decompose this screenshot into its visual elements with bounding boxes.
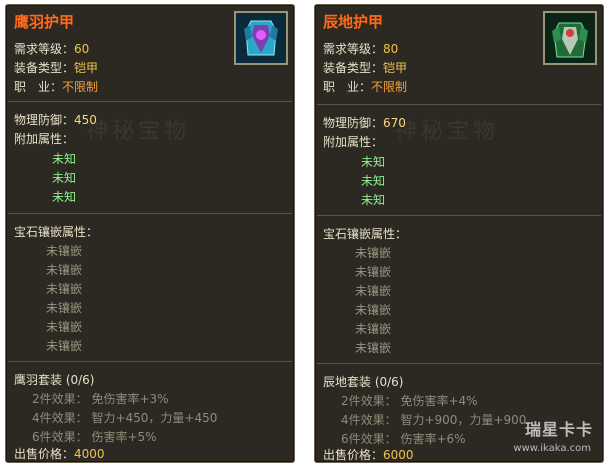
item-tooltip-left: 神秘宝物 鹰羽护甲 需求等级：60 装备类型：铠甲 职 业：不限制 物理防御：4… [5,4,295,463]
site-watermark-url: www.ikaka.com [513,443,591,454]
divider [8,361,292,362]
job-requirement: 职 业：不限制 [323,80,408,94]
physical-defense: 物理防御：450 [14,113,97,127]
gem-slot: 未镶嵌 [46,320,83,334]
gem-slot: 未镶嵌 [46,282,83,296]
background-watermark: 神秘宝物 [86,119,191,144]
physical-defense: 物理防御：670 [323,116,406,130]
divider [317,363,601,364]
job-requirement: 职 业：不限制 [14,80,99,94]
equipment-type: 装备类型：铠甲 [323,61,408,75]
divider [317,215,601,216]
set-effect: 2件效果： 免伤害率+4% [341,394,478,408]
extra-attributes-label: 附加属性： [323,135,384,149]
gem-socket-label: 宝石镶嵌属性： [14,225,99,239]
gem-slot: 未镶嵌 [46,301,83,315]
gem-socket-label: 宝石镶嵌属性： [323,227,408,241]
divider [8,101,292,102]
set-effect: 4件效果： 智力+450，力量+450 [32,411,218,425]
equipment-type: 装备类型：铠甲 [14,61,99,75]
gem-slot: 未镶嵌 [46,263,83,277]
gem-slot: 未镶嵌 [355,265,392,279]
gem-slot: 未镶嵌 [46,339,83,353]
unknown-attribute: 未知 [361,193,386,207]
green-armor-icon [543,11,597,65]
unknown-attribute: 未知 [52,171,77,185]
extra-attributes-label: 附加属性： [14,132,75,146]
required-level: 需求等级：60 [14,42,90,56]
item-title: 鹰羽护甲 [14,13,75,31]
item-title: 辰地护甲 [323,13,384,31]
gem-slot: 未镶嵌 [355,284,392,298]
item-tooltip-right: 神秘宝物 辰地护甲 需求等级：80 装备类型：铠甲 职 业：不限制 物理防御：6… [314,4,604,463]
unknown-attribute: 未知 [52,190,77,204]
unknown-attribute: 未知 [361,174,386,188]
set-effect: 6件效果： 伤害率+6% [341,432,466,446]
set-effect: 4件效果： 智力+900，力量+900 [341,413,527,427]
gem-slot: 未镶嵌 [355,303,392,317]
sell-price: 出售价格：6000 [323,448,414,462]
set-title: 辰地套装 (0/6) [323,375,404,389]
set-title: 鹰羽套装 (0/6) [14,373,95,387]
gem-slot: 未镶嵌 [355,246,392,260]
set-effect: 6件效果： 伤害率+5% [32,430,157,444]
divider [8,213,292,214]
blue-armor-icon [234,11,288,65]
unknown-attribute: 未知 [52,152,77,166]
gem-slot: 未镶嵌 [355,341,392,355]
divider [317,104,601,105]
set-effect: 2件效果： 免伤害率+3% [32,392,169,406]
background-watermark: 神秘宝物 [395,119,500,144]
required-level: 需求等级：80 [323,42,399,56]
gem-slot: 未镶嵌 [46,244,83,258]
sell-price: 出售价格：4000 [14,447,105,461]
site-watermark-logo: 瑞星卡卡 [524,420,593,439]
gem-slot: 未镶嵌 [355,322,392,336]
unknown-attribute: 未知 [361,155,386,169]
